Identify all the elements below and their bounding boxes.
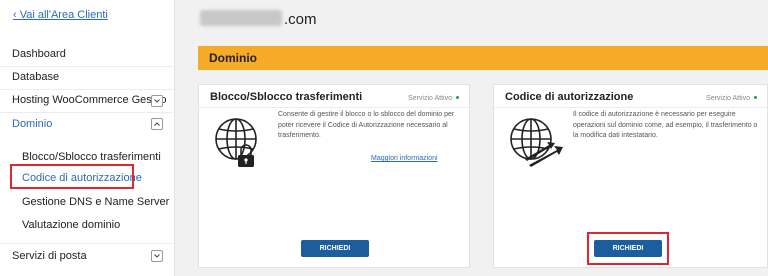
- page-title: .com: [200, 10, 317, 28]
- collapse-dominio-toggle[interactable]: [151, 118, 163, 130]
- card-title: Blocco/Sblocco trasferimenti: [210, 91, 363, 103]
- highlight-box: [10, 164, 134, 189]
- divider: [0, 112, 173, 113]
- divider: [0, 66, 173, 67]
- globe-lock-icon: [215, 118, 257, 167]
- more-info-link[interactable]: Maggiori informazioni: [371, 155, 438, 162]
- chevron-down-icon: [154, 99, 160, 103]
- service-card-blocco-sblocco: Blocco/Sblocco trasferimenti Servizio At…: [198, 84, 470, 268]
- redacted-domain-name: [200, 10, 282, 26]
- globe-arrows-icon: [510, 118, 563, 167]
- sidebar-item-hosting-woocommerce[interactable]: Hosting WooCommerce Gestito: [12, 94, 166, 106]
- sidebar-item-dominio[interactable]: Dominio: [12, 118, 52, 130]
- sidebar-subitem-valutazione[interactable]: Valutazione dominio: [22, 219, 120, 231]
- divider: [0, 243, 173, 244]
- card-description: Consente di gestire il blocco o lo sbloc…: [278, 111, 455, 139]
- expand-hosting-toggle[interactable]: [151, 95, 163, 107]
- sidebar-item-dashboard[interactable]: Dashboard: [12, 48, 66, 60]
- sidebar: ‹ Vai all'Area Clienti Dashboard Databas…: [0, 0, 175, 276]
- card-description: Il codice di autorizzazione è necessario…: [573, 111, 758, 139]
- sidebar-subitem-blocco-sblocco[interactable]: Blocco/Sblocco trasferimenti: [22, 151, 161, 163]
- expand-servizi-posta-toggle[interactable]: [151, 250, 163, 262]
- status-badge: Servizio Attivo: [408, 95, 459, 102]
- divider: [0, 89, 173, 90]
- section-header: Dominio: [198, 46, 768, 70]
- chevron-up-icon: [154, 122, 160, 126]
- domain-suffix: .com: [284, 11, 317, 28]
- divider: [199, 107, 469, 108]
- service-card-codice-autorizzazione: Codice di autorizzazione Servizio Attivo…: [493, 84, 768, 268]
- sidebar-item-servizi-posta[interactable]: Servizi di posta: [12, 250, 87, 262]
- status-dot-icon: [754, 96, 757, 99]
- sidebar-subitem-gestione-dns[interactable]: Gestione DNS e Name Server: [22, 196, 169, 208]
- richiedi-button[interactable]: RICHIEDI: [594, 240, 662, 257]
- richiedi-button[interactable]: RICHIEDI: [301, 240, 369, 257]
- card-title: Codice di autorizzazione: [505, 91, 634, 103]
- divider: [494, 107, 767, 108]
- status-dot-icon: [456, 96, 459, 99]
- chevron-down-icon: [154, 254, 160, 258]
- status-badge: Servizio Attivo: [706, 95, 757, 102]
- section-title: Dominio: [209, 51, 257, 65]
- back-to-client-area-link[interactable]: ‹ Vai all'Area Clienti: [13, 9, 108, 21]
- main-content: .com Dominio Blocco/Sblocco trasferiment…: [175, 0, 768, 276]
- sidebar-item-database[interactable]: Database: [12, 71, 59, 83]
